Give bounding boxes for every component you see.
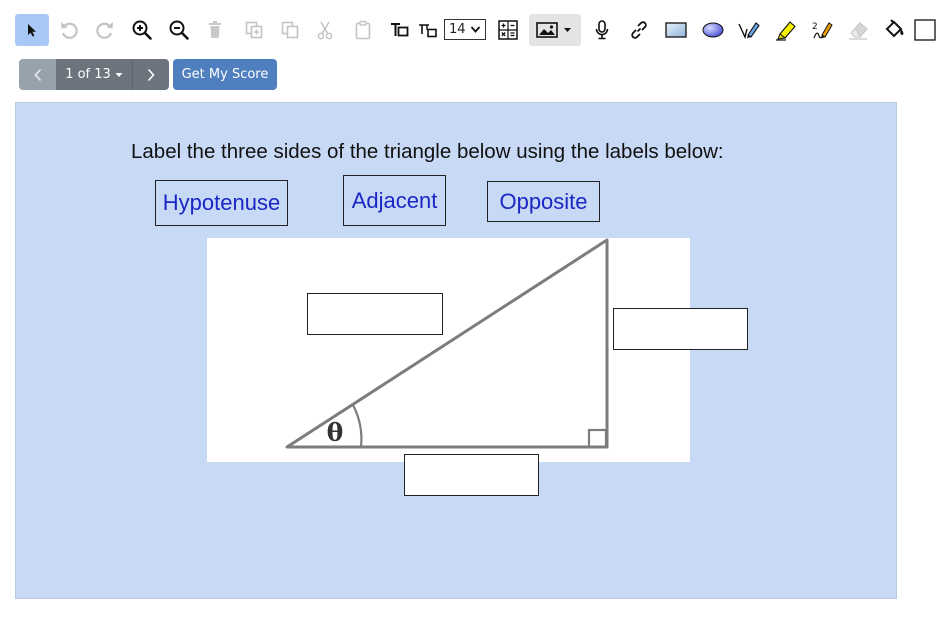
- cut-icon: [317, 21, 333, 40]
- font-size-select[interactable]: 14: [444, 19, 486, 40]
- undo-icon: [61, 22, 78, 39]
- copy-icon: [245, 21, 263, 39]
- triangle-outline: [285, 238, 609, 449]
- text-size-icon: [419, 24, 437, 38]
- select-arrow-icon: [28, 24, 36, 37]
- caret-down-icon: [115, 72, 123, 77]
- image-insert-button[interactable]: [529, 14, 581, 46]
- image-insert-icon: [536, 22, 571, 38]
- drop-zone-opposite-side[interactable]: [613, 308, 748, 350]
- drop-zone-adjacent-side[interactable]: [404, 454, 539, 496]
- chevron-down-icon: [470, 26, 481, 33]
- microphone-button[interactable]: [585, 14, 619, 46]
- cut-button[interactable]: [308, 14, 342, 46]
- ellipse-icon: [702, 22, 724, 38]
- highlighter-icon: [776, 21, 796, 41]
- pen-tool-button[interactable]: [732, 14, 766, 46]
- handwriting-icon: 2: [812, 22, 833, 39]
- eraser-icon: [849, 22, 868, 40]
- duplicate-button[interactable]: [273, 14, 307, 46]
- font-size-value: 14: [449, 22, 466, 37]
- angle-theta-label: θ: [327, 418, 344, 447]
- pen-icon: [738, 22, 760, 40]
- eraser-tool-button[interactable]: [842, 14, 876, 46]
- text-box-icon: [391, 23, 409, 37]
- fill-bucket-tool-button[interactable]: [881, 14, 941, 46]
- undo-button[interactable]: [52, 14, 86, 46]
- copy-button[interactable]: [237, 14, 271, 46]
- zoom-in-icon: [132, 20, 152, 40]
- zoom-out-button[interactable]: [162, 14, 196, 46]
- handwriting-tool-button[interactable]: 2: [806, 14, 840, 46]
- math-calculator-icon: [498, 20, 518, 40]
- link-icon: [631, 21, 647, 39]
- link-button[interactable]: [622, 14, 656, 46]
- delete-button[interactable]: [198, 14, 232, 46]
- microphone-icon: [595, 20, 609, 40]
- page-indicator: 1 of 13: [65, 67, 111, 82]
- redo-icon: [96, 22, 113, 39]
- rectangle-icon: [665, 22, 687, 38]
- delete-icon: [209, 21, 221, 38]
- chevron-left-icon: [33, 68, 41, 81]
- fill-bucket-icon: [885, 19, 936, 41]
- draggable-label-opposite[interactable]: Opposite: [487, 181, 600, 222]
- page-navigation: 1 of 13: [19, 59, 169, 90]
- previous-page-button[interactable]: [19, 59, 56, 90]
- select-tool-button[interactable]: [15, 14, 49, 46]
- zoom-in-button[interactable]: [125, 14, 159, 46]
- right-triangle-diagram: θ: [285, 238, 609, 449]
- rectangle-tool-button[interactable]: [659, 14, 693, 46]
- paste-icon: [355, 20, 371, 40]
- drop-zone-hypotenuse-side[interactable]: [307, 293, 443, 335]
- draggable-label-adjacent[interactable]: Adjacent: [343, 175, 446, 226]
- text-size-button[interactable]: [412, 14, 444, 46]
- highlighter-tool-button[interactable]: [769, 14, 803, 46]
- draggable-label-hypotenuse[interactable]: Hypotenuse: [155, 180, 288, 226]
- duplicate-icon: [281, 21, 299, 39]
- svg-text:2: 2: [812, 22, 818, 32]
- redo-button[interactable]: [88, 14, 122, 46]
- toolbar: 14 2: [0, 0, 943, 56]
- ellipse-tool-button[interactable]: [696, 14, 730, 46]
- math-calculator-button[interactable]: [491, 14, 525, 46]
- zoom-out-icon: [169, 20, 189, 40]
- get-my-score-button[interactable]: Get My Score: [173, 59, 277, 90]
- paste-button[interactable]: [346, 14, 380, 46]
- triangle-figure: θ: [207, 238, 690, 462]
- page-selector-dropdown[interactable]: 1 of 13: [56, 59, 132, 90]
- question-instruction: Label the three sides of the triangle be…: [131, 140, 724, 163]
- next-page-button[interactable]: [132, 59, 169, 90]
- chevron-right-icon: [147, 68, 155, 81]
